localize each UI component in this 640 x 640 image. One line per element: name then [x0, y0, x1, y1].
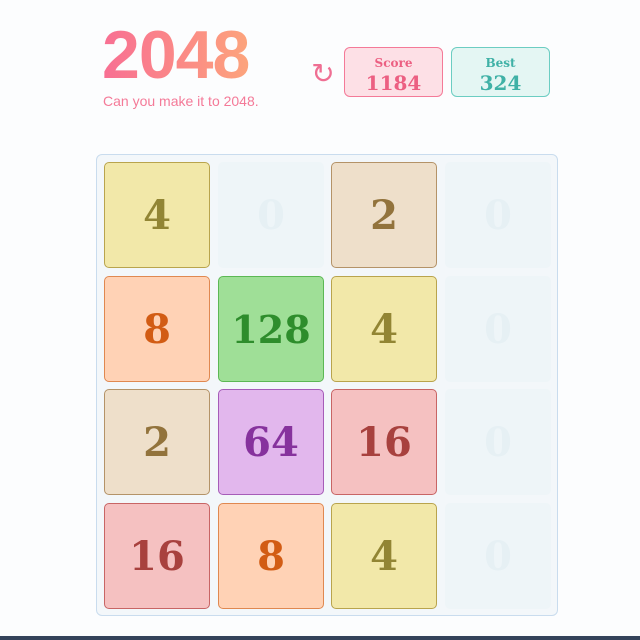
tile: 16	[331, 389, 437, 495]
bottom-divider	[0, 636, 640, 640]
game-subtitle: Can you make it to 2048.	[103, 93, 259, 109]
tile: 2	[104, 389, 210, 495]
tile: 2	[331, 162, 437, 268]
tile: 4	[104, 162, 210, 268]
tile: 4	[331, 503, 437, 609]
tile: 8	[218, 503, 324, 609]
game-title: 2048	[102, 17, 250, 93]
score-box: Score 1184	[344, 47, 443, 97]
tile: 16	[104, 503, 210, 609]
empty-cell: 0	[218, 162, 324, 268]
game-board[interactable]: 4 0 2 0 8 128 4 0 2 64 16 0 16 8 4 0	[96, 154, 558, 616]
best-label: Best	[485, 56, 516, 70]
tile: 128	[218, 276, 324, 382]
tile: 4	[331, 276, 437, 382]
best-value: 324	[479, 71, 522, 95]
restart-icon[interactable]: ↻	[308, 56, 338, 92]
tile: 8	[104, 276, 210, 382]
empty-cell: 0	[445, 276, 551, 382]
empty-cell: 0	[445, 389, 551, 495]
tile: 64	[218, 389, 324, 495]
best-score-box: Best 324	[451, 47, 550, 97]
empty-cell: 0	[445, 503, 551, 609]
score-label: Score	[374, 56, 413, 70]
empty-cell: 0	[445, 162, 551, 268]
score-value: 1184	[365, 71, 422, 95]
